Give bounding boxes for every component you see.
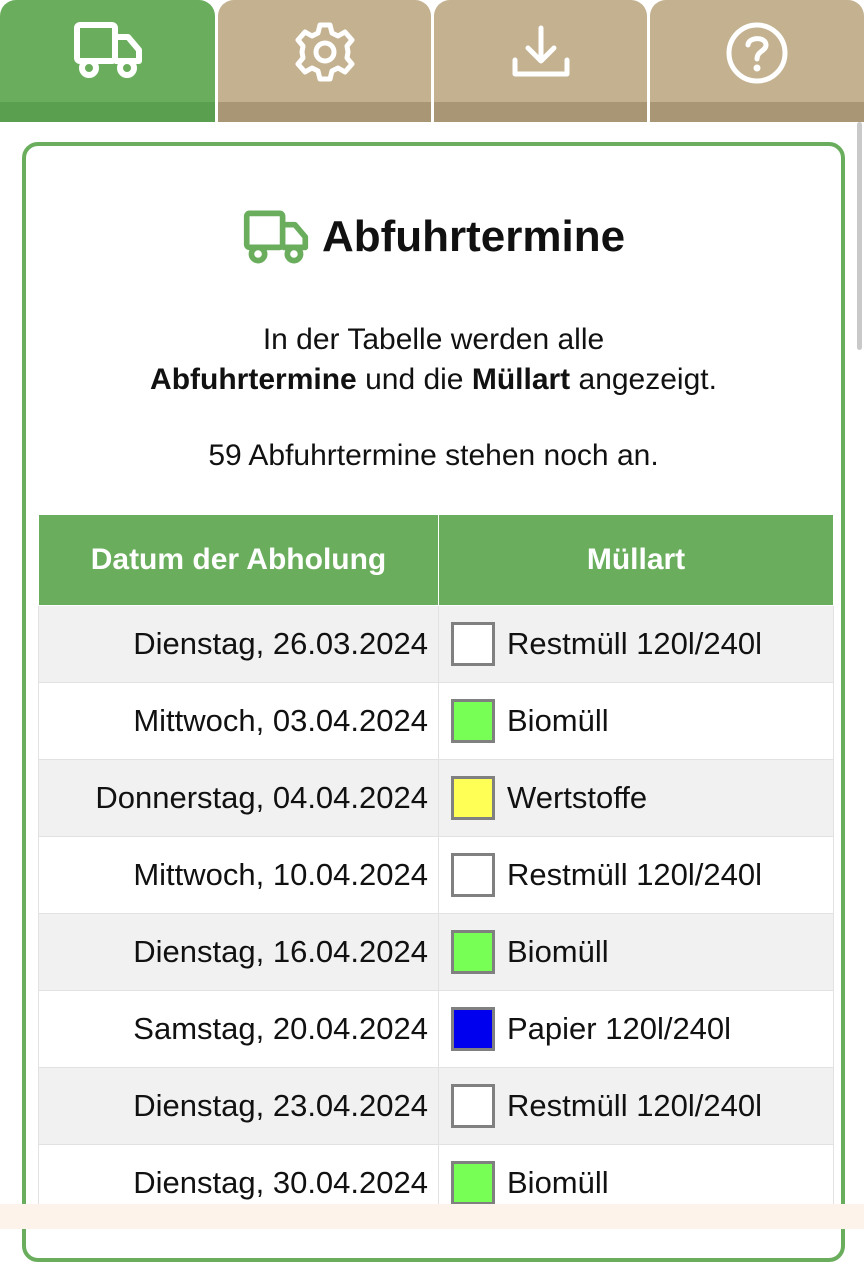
color-swatch — [451, 930, 495, 974]
content-card: Abfuhrtermine In der Tabelle werden alle… — [22, 142, 845, 1262]
color-swatch — [451, 699, 495, 743]
waste-type-cell: Wertstoffe — [438, 759, 834, 837]
tab-help[interactable] — [650, 0, 864, 122]
remaining-count-text: 59 Abfuhrtermine stehen noch an. — [208, 439, 659, 472]
waste-type-label: Biomüll — [507, 703, 609, 738]
waste-type-cell: Restmüll 120l/240l — [438, 836, 834, 914]
waste-type-cell: Restmüll 120l/240l — [438, 1067, 834, 1145]
truck-icon — [243, 210, 309, 264]
tab-abfuhrtermine[interactable] — [0, 0, 215, 122]
waste-type-label: Wertstoffe — [507, 780, 648, 815]
pickup-date: Samstag, 20.04.2024 — [38, 990, 439, 1068]
gear-icon — [295, 22, 354, 82]
table-row: Dienstag, 26.03.2024 Restmüll 120l/240l — [38, 605, 834, 683]
download-icon — [512, 25, 569, 77]
pickup-date: Dienstag, 26.03.2024 — [38, 605, 439, 683]
waste-type-cell: Papier 120l/240l — [438, 990, 834, 1068]
schedule-table: Datum der Abholung Müllart Dienstag, 26.… — [38, 514, 834, 1222]
pickup-date: Dienstag, 23.04.2024 — [38, 1067, 439, 1145]
table-row: Dienstag, 23.04.2024 Restmüll 120l/240l — [38, 1067, 834, 1145]
pickup-date: Dienstag, 16.04.2024 — [38, 913, 439, 991]
table-row: Samstag, 20.04.2024 Papier 120l/240l — [38, 990, 834, 1068]
waste-type-label: Restmüll 120l/240l — [507, 626, 763, 661]
waste-type-label: Restmüll 120l/240l — [507, 857, 763, 892]
waste-type-cell: Biomüll — [438, 682, 834, 760]
table-row: Donnerstag, 04.04.2024 Wertstoffe — [38, 759, 834, 837]
column-header-date[interactable]: Datum der Abholung — [38, 514, 439, 606]
color-swatch — [451, 1161, 495, 1205]
pickup-date: Mittwoch, 03.04.2024 — [38, 682, 439, 760]
tab-bar — [0, 0, 864, 122]
color-swatch — [451, 853, 495, 897]
waste-type-label: Biomüll — [507, 1165, 609, 1200]
truck-icon — [73, 22, 142, 78]
column-header-type[interactable]: Müllart — [438, 514, 834, 606]
waste-type-cell: Biomüll — [438, 913, 834, 991]
waste-type-label: Restmüll 120l/240l — [507, 1088, 763, 1123]
color-swatch — [451, 622, 495, 666]
waste-type-cell: Restmüll 120l/240l — [438, 605, 834, 683]
table-row: Dienstag, 16.04.2024 Biomüll — [38, 913, 834, 991]
bottom-bar — [0, 1204, 864, 1229]
tab-settings[interactable] — [218, 0, 431, 122]
table-row: Mittwoch, 10.04.2024 Restmüll 120l/240l — [38, 836, 834, 914]
pickup-date: Donnerstag, 04.04.2024 — [38, 759, 439, 837]
page-title: Abfuhrtermine — [321, 212, 626, 261]
table-header-row: Datum der Abholung Müllart — [38, 514, 834, 606]
scrollbar[interactable] — [857, 122, 862, 350]
pickup-date: Mittwoch, 10.04.2024 — [38, 836, 439, 914]
table-row: Mittwoch, 03.04.2024 Biomüll — [38, 682, 834, 760]
page-header: Abfuhrtermine — [26, 208, 841, 266]
waste-type-label: Biomüll — [507, 934, 609, 969]
help-icon — [726, 22, 788, 84]
intro-text: In der Tabelle werden alle Abfuhrtermine… — [150, 323, 717, 396]
waste-type-label: Papier 120l/240l — [507, 1011, 732, 1046]
color-swatch — [451, 1084, 495, 1128]
color-swatch — [451, 776, 495, 820]
tab-download[interactable] — [434, 0, 647, 122]
color-swatch — [451, 1007, 495, 1051]
